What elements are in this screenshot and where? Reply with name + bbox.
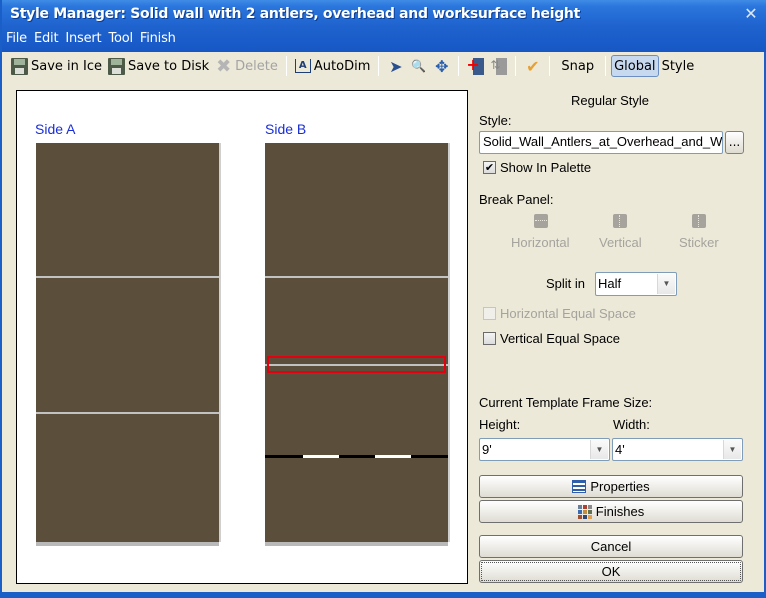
move-arrows-icon: ✥: [435, 56, 449, 76]
list-properties-icon: [572, 480, 587, 493]
toolbar: Save in Ice Save to Disk ✖ Delete AutoDi…: [4, 52, 764, 80]
break-panel-icon: ⇅: [490, 57, 508, 75]
magnifier-icon: 🔍: [411, 58, 427, 73]
toolbar-separator: [458, 56, 460, 76]
width-value: 4': [615, 442, 625, 457]
delete-button[interactable]: ✖ Delete: [212, 54, 281, 78]
split-in-label: Split in: [546, 276, 586, 291]
toolbar-separator: [285, 56, 287, 76]
break-horizontal-option[interactable]: Horizontal: [511, 235, 570, 250]
properties-button-label: Properties: [590, 479, 650, 494]
height-select[interactable]: 9' ▼: [479, 438, 610, 461]
window-bottom-border: [2, 592, 766, 596]
pan-tool-button[interactable]: ✥: [430, 54, 453, 78]
save-in-ice-button[interactable]: Save in Ice: [8, 54, 105, 78]
sticker-break-icon: [692, 214, 706, 228]
finishes-palette-icon: [577, 504, 592, 519]
width-label: Width:: [613, 417, 650, 432]
delete-x-icon: ✖: [216, 55, 232, 77]
apply-check-button[interactable]: ✔: [521, 54, 544, 78]
show-in-palette-label: Show In Palette: [500, 160, 592, 175]
wall-shadow: [448, 143, 450, 542]
zoom-tool-button[interactable]: 🔍: [407, 54, 430, 78]
show-in-palette-checkbox[interactable]: ✔: [483, 161, 496, 174]
toolbar-separator: [549, 56, 551, 76]
break-vertical-option[interactable]: Vertical: [599, 235, 642, 250]
wall-shadow: [219, 143, 221, 542]
floppy-disk-icon: [11, 57, 28, 75]
menu-file[interactable]: File: [6, 31, 27, 46]
style-manager-window: Style Manager: Solid wall with 2 antlers…: [0, 0, 766, 598]
toolbar-separator: [605, 56, 607, 76]
selected-divider-highlight: [267, 356, 446, 373]
side-a-label: Side A: [35, 121, 76, 137]
menu-bar: File Edit Insert Tool Finish: [6, 31, 176, 46]
add-panel-button[interactable]: +: [464, 54, 487, 78]
width-select[interactable]: 4' ▼: [612, 438, 743, 461]
chevron-down-icon: ▼: [723, 440, 741, 459]
regular-style-heading: Regular Style: [571, 93, 650, 108]
wall-canvas[interactable]: Side A Side B: [16, 90, 468, 584]
side-b-wall[interactable]: [265, 143, 450, 546]
save-to-disk-label: Save to Disk: [128, 58, 210, 74]
properties-button[interactable]: Properties: [479, 475, 743, 498]
menu-tool[interactable]: Tool: [108, 31, 133, 46]
browse-style-button[interactable]: ...: [725, 131, 744, 154]
menu-finish[interactable]: Finish: [140, 31, 176, 46]
antler-line[interactable]: [265, 455, 448, 458]
save-in-ice-label: Save in Ice: [31, 58, 103, 74]
cancel-button[interactable]: Cancel: [479, 535, 743, 558]
panel-divider[interactable]: [36, 412, 219, 414]
autodim-button[interactable]: AutoDim: [292, 54, 373, 78]
checkmark-icon: ✔: [526, 56, 540, 76]
style-toggle[interactable]: Style: [659, 54, 698, 78]
height-value: 9': [482, 442, 492, 457]
add-panel-icon: +: [466, 55, 485, 75]
split-in-select[interactable]: Half ▼: [595, 272, 677, 296]
finishes-button[interactable]: Finishes: [479, 500, 743, 523]
toolbar-separator: [378, 56, 380, 76]
horizontal-break-icon: [534, 214, 548, 228]
panel-divider[interactable]: [36, 276, 219, 278]
global-toggle[interactable]: Global: [611, 55, 659, 77]
horizontal-equal-space-label: Horizontal Equal Space: [500, 306, 636, 321]
side-a-wall[interactable]: [36, 143, 221, 546]
menu-insert[interactable]: Insert: [65, 31, 101, 46]
vertical-equal-space-label: Vertical Equal Space: [500, 331, 620, 346]
panel-divider[interactable]: [265, 276, 448, 278]
vertical-break-icon: [613, 214, 627, 228]
delete-label: Delete: [235, 58, 278, 74]
break-panel-label: Break Panel:: [479, 192, 554, 207]
split-in-value: Half: [598, 276, 622, 291]
height-label: Height:: [479, 417, 521, 432]
save-to-disk-button[interactable]: Save to Disk: [105, 54, 212, 78]
break-sticker-option[interactable]: Sticker: [679, 235, 719, 250]
ok-button[interactable]: OK: [479, 560, 743, 583]
style-name-input[interactable]: Solid_Wall_Antlers_at_Overhead_and_Works…: [479, 131, 723, 154]
window-title: Style Manager: Solid wall with 2 antlers…: [10, 6, 580, 22]
snap-toggle[interactable]: Snap: [555, 54, 600, 78]
frame-size-label: Current Template Frame Size:: [479, 395, 653, 410]
title-bar: Style Manager: Solid wall with 2 antlers…: [2, 0, 766, 52]
floppy-disk-icon: [108, 57, 126, 75]
vertical-equal-space-checkbox[interactable]: [483, 332, 496, 345]
pointer-arrow-icon: ➤: [389, 56, 403, 76]
select-tool-button[interactable]: ➤: [384, 54, 407, 78]
finishes-button-label: Finishes: [595, 504, 645, 519]
close-icon[interactable]: ✕: [742, 5, 760, 23]
autodim-label: AutoDim: [313, 58, 371, 74]
menu-edit[interactable]: Edit: [34, 31, 59, 46]
break-panel-button[interactable]: ⇅: [487, 54, 510, 78]
toolbar-separator: [515, 56, 517, 76]
side-b-label: Side B: [265, 121, 307, 137]
chevron-down-icon: ▼: [590, 440, 608, 459]
chevron-down-icon: ▼: [657, 274, 675, 294]
style-label: Style:: [479, 113, 512, 128]
autodim-icon: [294, 59, 311, 73]
style-properties-panel: Regular Style Style: Solid_Wall_Antlers_…: [472, 88, 764, 588]
horizontal-equal-space-checkbox[interactable]: [483, 307, 496, 320]
